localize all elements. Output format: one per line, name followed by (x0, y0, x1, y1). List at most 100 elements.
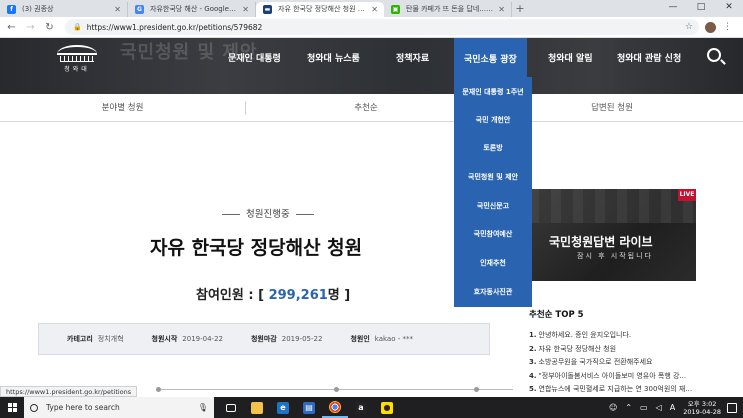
facebook-icon: f (7, 5, 16, 14)
gnb-item-communication[interactable]: 국민소통 광장 (454, 38, 527, 82)
dropdown-item-petitions[interactable]: 국민청원 및 제안 (454, 172, 532, 182)
live-badge: LIVE (678, 189, 696, 201)
rank-number: 2. (529, 344, 537, 353)
chevron-up-icon[interactable]: ⌃ (625, 403, 632, 412)
tab-by-category[interactable]: 분야별 청원 (0, 94, 245, 122)
dropdown-item-talent[interactable]: 인재추천 (454, 258, 532, 268)
top5-heading: 추천순 TOP 5 (529, 310, 584, 320)
amazon-icon[interactable]: a (348, 397, 374, 418)
kakaotalk-icon[interactable]: ● (374, 397, 400, 418)
live-answer-banner[interactable]: LIVE 국민청원답변 라이브 잠시 후 시작됩니다 (529, 189, 696, 281)
dropdown-item-anniversary[interactable]: 문재인 대통령 1주년 (454, 87, 532, 97)
people-icon[interactable]: ☺ (609, 403, 617, 412)
google-icon: G (135, 5, 144, 14)
dropdown-item-constitution[interactable]: 국민 개헌안 (454, 115, 532, 125)
browser-tab[interactable]: G 자유한국당 해산 - Google Search ✕ (128, 2, 256, 17)
browser-tab[interactable]: ▣ 탄물 카페가 뜨 돈을 답네... 네이 ✕ (384, 2, 512, 17)
taskbar-search-box[interactable]: Type here to search 🎙 (24, 397, 214, 418)
windows-start-icon[interactable] (0, 397, 24, 418)
file-explorer-icon[interactable] (244, 397, 270, 418)
windows-taskbar: Type here to search 🎙 e ▤ a ● ☺ ⌃ ▭ ◁ A … (0, 397, 743, 418)
search-icon[interactable] (707, 48, 721, 62)
count-value: 299,261 (268, 288, 328, 303)
item-title: 자유 한국당 정당해산 청원 (538, 344, 617, 353)
petition-status: 청원진행중 (216, 206, 316, 220)
bookmark-star-icon[interactable]: ☆ (685, 22, 693, 32)
progress-dot (474, 387, 479, 392)
ime-icon[interactable]: A (670, 403, 675, 412)
top5-list: 1. 안녕하세요. 증인 윤지오입니다. 2. 자유 한국당 정당해산 청원 3. 소… (529, 330, 704, 398)
rank-number: 5. (529, 385, 537, 393)
item-title: 소방공무원을 국가직으로 전환해주세요 (538, 358, 653, 366)
gnb-item-notice[interactable]: 청와대 알림 (548, 51, 593, 64)
taskbar-apps: e ▤ a ● (218, 397, 400, 418)
address-bar[interactable]: 🔒 https://www1.president.go.kr/petitions… (65, 19, 699, 35)
notification-icon[interactable] (727, 402, 737, 413)
rank-number: 1. (529, 331, 537, 339)
url-text[interactable]: https://www1.president.go.kr/petitions/5… (87, 23, 263, 32)
close-tab-icon[interactable]: ✕ (242, 2, 249, 17)
list-item[interactable]: 2. 자유 한국당 정당해산 청원 (529, 344, 704, 358)
dropdown-item-sinmungo[interactable]: 국민신문고 (454, 201, 532, 211)
new-tab-button[interactable]: + (512, 2, 528, 17)
list-item[interactable]: 5. 연합뉴스에 국민혈세로 지급하는 연 300억원의 재... (529, 384, 704, 398)
microphone-icon[interactable]: 🎙 (198, 403, 208, 412)
communication-dropdown-menu: 문재인 대통령 1주년 국민 개헌안 토론방 국민청원 및 제안 국민신문고 국… (454, 77, 532, 307)
info-key-start: 청원시작 (151, 335, 178, 343)
store-icon[interactable]: ▤ (296, 397, 322, 418)
list-item[interactable]: 1. 안녕하세요. 증인 윤지오입니다. (529, 330, 704, 344)
task-view-icon[interactable] (218, 397, 244, 418)
banner-subtitle: 잠시 후 시작됩니다 (577, 252, 653, 260)
info-value-start: 2019-04-22 (182, 335, 223, 343)
rank-number: 3. (529, 358, 537, 366)
item-title: 안녕하세요. 증인 윤지오입니다. (538, 331, 632, 339)
main-navigation: 문재인 대통령 청와대 뉴스룸 정책자료 국민소통 광장 청와대 알림 청와대 … (0, 38, 743, 82)
tab-recommended[interactable]: 추천순 (246, 94, 486, 122)
list-item[interactable]: 4. "정부아이돌봄서비스 아이돌보미 영유아 폭행 강... (529, 371, 704, 385)
info-key-category: 카테고리 (67, 335, 93, 343)
close-tab-icon[interactable]: ✕ (371, 2, 378, 17)
gnb-item-president[interactable]: 문재인 대통령 (228, 51, 281, 64)
forward-arrow-icon[interactable]: → (23, 22, 38, 33)
naver-cafe-icon: ▣ (391, 5, 400, 14)
rank-number: 4. (529, 371, 537, 380)
minimize-button[interactable]: — (659, 0, 687, 17)
item-title: 연합뉴스에 국민혈세로 지급하는 연 300억원의 재... (538, 385, 693, 393)
cortana-icon (30, 403, 38, 412)
close-tab-icon[interactable]: ✕ (114, 2, 121, 17)
search-placeholder: Type here to search (46, 403, 120, 412)
maximize-button[interactable]: □ (687, 0, 715, 17)
close-tab-icon[interactable]: ✕ (498, 2, 505, 17)
gnb-item-policy[interactable]: 정책자료 (396, 51, 429, 64)
gnb-item-tour[interactable]: 청와대 관람 신청 (617, 51, 681, 64)
info-key-end: 청원마감 (250, 335, 277, 343)
network-icon[interactable]: ▭ (640, 403, 648, 412)
dropdown-item-forum[interactable]: 토론방 (454, 143, 532, 153)
edge-icon[interactable]: e (270, 397, 296, 418)
back-arrow-icon[interactable]: ← (4, 22, 19, 33)
progress-dot (156, 387, 161, 392)
browser-tab-strip: f (3) 권종상 ✕ G 자유한국당 해산 - Google Search ✕… (0, 0, 743, 17)
info-value-category: 정치개혁 (97, 335, 124, 343)
tab-title: 탄물 카페가 뜨 돈을 답네... 네이 (406, 5, 502, 13)
dropdown-item-budget[interactable]: 국민참여예산 (454, 229, 532, 239)
list-item[interactable]: 3. 소방공무원을 국가직으로 전환해주세요 (529, 357, 704, 371)
tab-title: 자유한국당 해산 - Google Search (150, 5, 256, 13)
reload-icon[interactable]: ↻ (42, 22, 57, 33)
profile-avatar[interactable] (705, 21, 716, 33)
chrome-icon[interactable] (322, 397, 348, 418)
browser-toolbar: ← → ↻ 🔒 https://www1.president.go.kr/pet… (0, 17, 743, 38)
count-label: 참여인원 : [ (196, 288, 265, 303)
menu-kebab-icon[interactable]: ⋮ (723, 22, 732, 32)
banner-title: 국민청원답변 라이브 (549, 235, 653, 249)
close-window-button[interactable]: ✕ (715, 0, 743, 17)
gnb-item-newsroom[interactable]: 청와대 뉴스룸 (307, 51, 360, 64)
volume-icon[interactable]: ◁ (656, 403, 662, 412)
site-header: 국민청원 및 제안 청와대 문재인 대통령 청와대 뉴스룸 정책자료 국민소통 … (0, 38, 743, 94)
lock-icon: 🔒 (73, 23, 82, 31)
dropdown-item-photo-studio[interactable]: 효자동사진관 (454, 287, 532, 297)
browser-tab-active[interactable]: ▬ 자유 한국당 정당해산 청원 > 대 ✕ (256, 2, 384, 17)
taskbar-clock[interactable]: 오후 3:02 2019-04-28 (683, 400, 721, 416)
browser-tab[interactable]: f (3) 권종상 ✕ (0, 2, 128, 17)
petition-subtabs: 분야별 청원 추천순 답변된 청원 (0, 94, 743, 122)
